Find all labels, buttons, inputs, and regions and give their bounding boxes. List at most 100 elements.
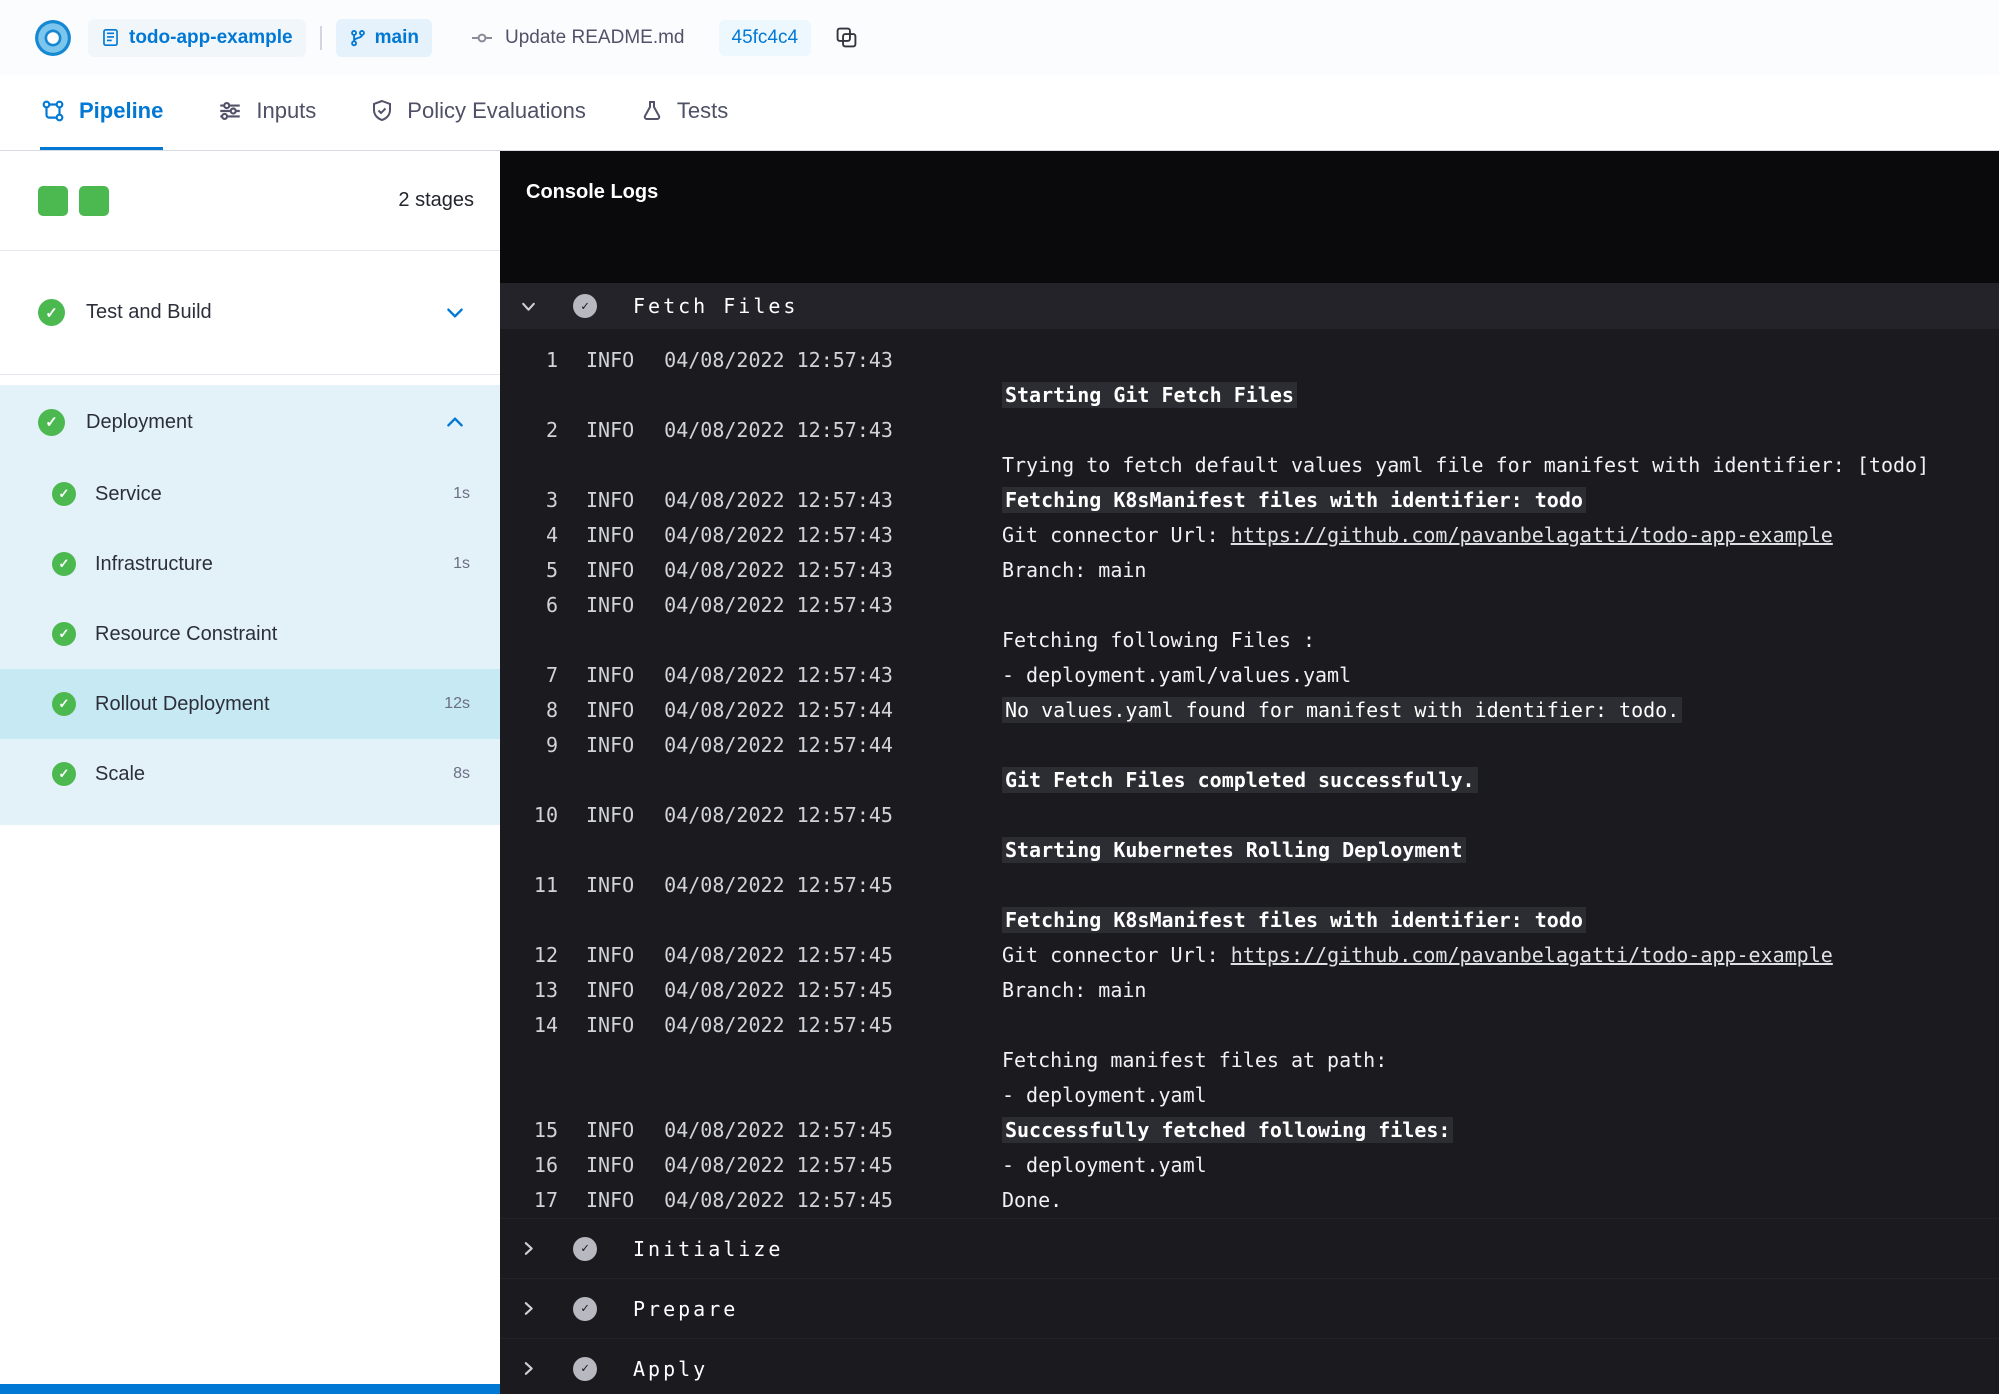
tab-label: Policy Evaluations <box>407 98 586 123</box>
stage-success-square <box>79 185 109 216</box>
step-success-icon: ✓ <box>573 1356 597 1381</box>
step-label: Scale <box>95 762 146 785</box>
log-line-number: 16 <box>533 1153 558 1177</box>
copy-hash-button[interactable] <box>835 26 858 49</box>
stage-test-and-build[interactable]: ✓ Test and Build <box>0 251 500 375</box>
log-timestamp: 04/08/2022 12:57:44 <box>664 733 893 757</box>
console-section-fetch-files[interactable]: ✓ Fetch Files <box>500 283 1999 329</box>
log-message-line <box>1002 728 1478 763</box>
log-row: 6 INFO 04/08/2022 12:57:43 Fetching follow… <box>500 588 1999 658</box>
repo-selector[interactable]: todo-app-example <box>88 18 306 57</box>
log-level: INFO <box>586 558 635 582</box>
log-level: INFO <box>586 1188 635 1212</box>
step-label: Infrastructure <box>95 552 213 575</box>
tab-pipeline[interactable]: Pipeline <box>40 75 164 150</box>
commit-hash: 45fc4c4 <box>731 26 799 48</box>
log-timestamp: 04/08/2022 12:57:45 <box>664 1013 893 1037</box>
log-text: Branch: main <box>1001 978 1147 1002</box>
section-label: Apply <box>633 1356 709 1381</box>
log-message: Trying to fetch default values yaml file… <box>1002 413 1929 483</box>
chevron-down-icon[interactable] <box>444 302 466 324</box>
log-text: Fetching manifest files at path: <box>1001 1048 1388 1072</box>
log-row: 14 INFO 04/08/2022 12:57:45 Fetching manif… <box>500 1008 1999 1113</box>
log-timestamp: 04/08/2022 12:57:45 <box>664 943 893 967</box>
section-label: Prepare <box>633 1296 739 1321</box>
log-row: 5 INFO 04/08/2022 12:57:43 Branch: main <box>500 553 1999 588</box>
stage-deployment-section: ✓ Deployment ✓ Service 1s ✓ Infrastructure 1s… <box>0 385 500 825</box>
log-timestamp: 04/08/2022 12:57:43 <box>664 348 893 372</box>
sidebar-bottom-accent-bar <box>0 1384 500 1394</box>
stages-summary-row: 2 stages <box>0 151 500 251</box>
shield-check-icon <box>373 99 392 122</box>
git-commit-icon <box>471 33 492 42</box>
deployment-step-infrastructure[interactable]: ✓ Infrastructure 1s <box>0 529 500 599</box>
step-duration: 1s <box>453 485 470 502</box>
log-message-line <box>1002 1008 1387 1043</box>
deployment-step-service[interactable]: ✓ Service 1s <box>0 459 500 529</box>
log-line-number: 11 <box>533 873 558 897</box>
log-row: 10 INFO 04/08/2022 12:57:45 Starting Kuber… <box>500 798 1999 868</box>
commit-hash-badge[interactable]: 45fc4c4 <box>718 19 812 56</box>
step-success-icon: ✓ <box>52 622 76 646</box>
log-timestamp: 04/08/2022 12:57:43 <box>664 663 893 687</box>
log-message-line: - deployment.yaml/values.yaml <box>1002 658 1351 693</box>
step-duration: 12s <box>444 695 470 712</box>
tab-tests[interactable]: Tests <box>640 75 728 150</box>
stage-deployment[interactable]: ✓ Deployment <box>0 385 500 459</box>
log-level: INFO <box>586 698 635 722</box>
log-message: Git Fetch Files completed successfully. <box>1001 728 1478 798</box>
log-timestamp: 04/08/2022 12:57:45 <box>664 1118 893 1142</box>
tab-inputs[interactable]: Inputs <box>217 75 316 150</box>
log-level: INFO <box>586 1013 635 1037</box>
log-text: - deployment.yaml <box>1001 1083 1207 1107</box>
log-line-number: 1 <box>545 348 558 372</box>
log-row: 13 INFO 04/08/2022 12:57:45 Branch: main <box>500 973 1999 1008</box>
console-section-initialize[interactable]: ✓ Initialize <box>500 1218 1999 1278</box>
git-branch-icon <box>350 29 365 46</box>
commit-message: Update README.md <box>504 26 685 48</box>
log-line-number: 9 <box>545 733 558 757</box>
log-message-line: Fetching K8sManifest files with identifi… <box>1001 903 1586 938</box>
step-label: Service <box>95 482 162 505</box>
deployment-step-rollout-deployment[interactable]: ✓ Rollout Deployment 12s <box>0 669 500 739</box>
console-section-prepare[interactable]: ✓ Prepare <box>500 1278 1999 1338</box>
log-row: 3 INFO 04/08/2022 12:57:43 Fetching K8sMani… <box>500 483 1999 518</box>
log-text: Fetching K8sManifest files with identifi… <box>1001 907 1586 933</box>
log-message-line: Fetching following Files : <box>1002 623 1315 658</box>
log-text: - deployment.yaml/values.yaml <box>1001 663 1352 687</box>
tab-policy-evaluations[interactable]: Policy Evaluations <box>370 75 586 150</box>
step-success-icon: ✓ <box>52 762 76 786</box>
log-message: Done. <box>1002 1183 1062 1218</box>
log-message: - deployment.yaml <box>1002 1148 1207 1183</box>
deployment-steps-list: ✓ Service 1s ✓ Infrastructure 1s ✓ Resource Con… <box>0 459 500 809</box>
log-message-line <box>1002 588 1315 623</box>
console-panel: Console Logs ✓ Fetch Files 1 INFO 04/08/20… <box>500 151 1999 1394</box>
log-level: INFO <box>586 1118 635 1142</box>
log-row: 12 INFO 04/08/2022 12:57:45 Git connector U… <box>500 938 1999 973</box>
chevron-up-icon[interactable] <box>444 411 466 433</box>
branch-selector[interactable]: main <box>335 18 432 57</box>
log-text: No values.yaml found for manifest with i… <box>1001 697 1683 723</box>
log-message-line: No values.yaml found for manifest with i… <box>1001 693 1683 728</box>
log-level: INFO <box>586 488 635 512</box>
branch-name: main <box>374 26 419 48</box>
log-link[interactable]: https://github.com/pavanbelagatti/todo-a… <box>1231 523 1833 547</box>
log-line-number: 4 <box>545 523 558 547</box>
log-row: 8 INFO 04/08/2022 12:57:44 No values.yaml f… <box>500 693 1999 728</box>
log-line-number: 17 <box>533 1188 558 1212</box>
chevron-right-icon <box>524 1362 533 1375</box>
log-text: Trying to fetch default values yaml file… <box>1001 453 1930 477</box>
console-section-apply[interactable]: ✓ Apply <box>500 1338 1999 1394</box>
log-message-line: Fetching manifest files at path: <box>1002 1043 1387 1078</box>
log-message-line: - deployment.yaml <box>1002 1078 1387 1113</box>
log-message: Fetching K8sManifest files with identifi… <box>1001 483 1586 518</box>
log-link[interactable]: https://github.com/pavanbelagatti/todo-a… <box>1231 943 1833 967</box>
log-level: INFO <box>586 733 635 757</box>
log-line-number: 3 <box>545 488 558 512</box>
log-line-number: 13 <box>533 978 558 1002</box>
copy-icon <box>836 27 857 48</box>
deployment-step-scale[interactable]: ✓ Scale 8s <box>0 739 500 809</box>
deployment-step-resource-constraint[interactable]: ✓ Resource Constraint <box>0 599 500 669</box>
repo-name: todo-app-example <box>129 26 293 48</box>
log-row: 15 INFO 04/08/2022 12:57:45 Successfully fe… <box>500 1113 1999 1148</box>
